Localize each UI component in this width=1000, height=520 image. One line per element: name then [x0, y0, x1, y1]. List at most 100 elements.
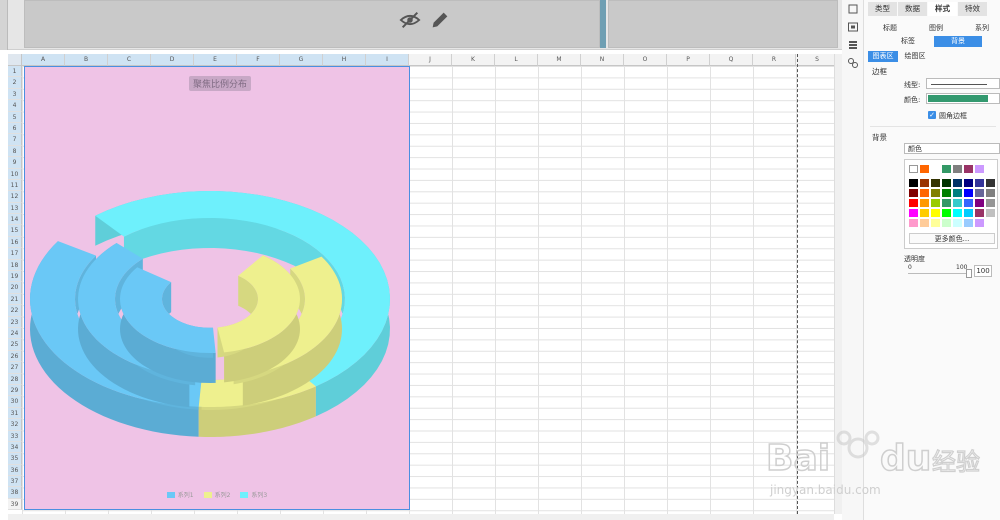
- palette-swatch[interactable]: [964, 209, 973, 217]
- column-header[interactable]: A: [22, 54, 65, 66]
- palette-swatch[interactable]: [964, 219, 973, 227]
- palette-swatch[interactable]: [986, 199, 995, 207]
- palette-swatch[interactable]: [942, 209, 951, 217]
- palette-swatch[interactable]: [942, 189, 951, 197]
- recent-color-swatch[interactable]: [931, 165, 940, 173]
- frame-icon[interactable]: [847, 21, 859, 33]
- palette-swatch[interactable]: [931, 219, 940, 227]
- more-colors-button[interactable]: 更多颜色...: [909, 233, 995, 244]
- subtab-background[interactable]: 背景: [934, 36, 982, 47]
- palette-swatch[interactable]: [975, 179, 984, 187]
- border-color-select[interactable]: [926, 93, 1000, 104]
- crop-icon[interactable]: [847, 3, 859, 15]
- chart-title[interactable]: 聚焦比例分布: [189, 76, 252, 91]
- row-header[interactable]: 35: [8, 453, 22, 465]
- row-header[interactable]: 10: [8, 168, 22, 180]
- palette-swatch[interactable]: [986, 179, 995, 187]
- row-header[interactable]: 23: [8, 316, 22, 328]
- row-header[interactable]: 24: [8, 327, 22, 340]
- row-header[interactable]: 11: [8, 179, 22, 192]
- recent-color-swatch[interactable]: [953, 165, 962, 173]
- palette-swatch[interactable]: [931, 179, 940, 187]
- palette-swatch[interactable]: [920, 199, 929, 207]
- row-header[interactable]: 6: [8, 122, 22, 135]
- panel-divider[interactable]: [600, 0, 606, 48]
- palette-swatch[interactable]: [986, 219, 995, 227]
- column-header[interactable]: D: [151, 54, 194, 66]
- row-header[interactable]: 7: [8, 134, 22, 146]
- chart-area[interactable]: 聚焦比例分布 系列1 系列2 系列3: [24, 66, 410, 510]
- eyedropper-swatch[interactable]: [909, 165, 918, 173]
- row-header[interactable]: 5: [8, 111, 22, 123]
- palette-swatch[interactable]: [931, 189, 940, 197]
- subtab-legend[interactable]: 图例: [916, 23, 956, 34]
- row-header[interactable]: 8: [8, 145, 22, 158]
- column-header[interactable]: R: [753, 54, 796, 66]
- opacity-input[interactable]: 100: [974, 265, 992, 277]
- row-header[interactable]: 21: [8, 293, 22, 306]
- recent-color-swatch[interactable]: [964, 165, 973, 173]
- palette-swatch[interactable]: [920, 209, 929, 217]
- subtab-labels[interactable]: 标签: [888, 36, 928, 47]
- column-header[interactable]: P: [667, 54, 710, 66]
- row-header[interactable]: 17: [8, 248, 22, 260]
- row-header[interactable]: 27: [8, 362, 22, 374]
- row-header[interactable]: 38: [8, 487, 22, 499]
- row-header[interactable]: 31: [8, 407, 22, 420]
- layers-icon[interactable]: [847, 39, 859, 51]
- horizontal-scrollbar[interactable]: [8, 514, 834, 520]
- row-header[interactable]: 12: [8, 191, 22, 203]
- legend-item[interactable]: 系列2: [203, 490, 230, 499]
- column-header[interactable]: B: [65, 54, 108, 66]
- row-header[interactable]: 16: [8, 236, 22, 249]
- palette-swatch[interactable]: [964, 189, 973, 197]
- row-header[interactable]: 30: [8, 396, 22, 408]
- palette-swatch[interactable]: [986, 189, 995, 197]
- palette-swatch[interactable]: [920, 219, 929, 227]
- subtab-series[interactable]: 系列: [962, 23, 1000, 34]
- row-header[interactable]: 33: [8, 430, 22, 442]
- palette-swatch[interactable]: [975, 199, 984, 207]
- palette-swatch[interactable]: [942, 219, 951, 227]
- palette-swatch[interactable]: [931, 199, 940, 207]
- palette-swatch[interactable]: [953, 219, 962, 227]
- column-header[interactable]: H: [323, 54, 366, 66]
- palette-swatch[interactable]: [942, 179, 951, 187]
- hide-eye-icon[interactable]: [399, 9, 421, 31]
- row-header[interactable]: 39: [8, 498, 22, 511]
- palette-swatch[interactable]: [953, 179, 962, 187]
- background-type-select[interactable]: 颜色: [904, 143, 1000, 154]
- chart-legend[interactable]: 系列1 系列2 系列3: [25, 490, 409, 499]
- palette-swatch[interactable]: [909, 219, 918, 227]
- row-header[interactable]: 20: [8, 282, 22, 294]
- palette-swatch[interactable]: [909, 199, 918, 207]
- row-header[interactable]: 15: [8, 225, 22, 237]
- palette-swatch[interactable]: [975, 189, 984, 197]
- column-header[interactable]: N: [581, 54, 624, 66]
- palette-swatch[interactable]: [975, 219, 984, 227]
- linetype-select[interactable]: [926, 78, 1000, 89]
- link-icon[interactable]: [847, 57, 859, 69]
- column-header[interactable]: S: [796, 54, 834, 66]
- legend-item[interactable]: 系列1: [166, 490, 194, 499]
- tab-data[interactable]: 数据: [898, 2, 927, 16]
- row-header[interactable]: 3: [8, 88, 22, 101]
- column-header[interactable]: E: [194, 54, 237, 66]
- column-header[interactable]: K: [452, 54, 495, 66]
- rounded-border-checkbox[interactable]: ✓: [928, 111, 936, 119]
- row-header[interactable]: 36: [8, 464, 22, 477]
- row-header[interactable]: 26: [8, 350, 22, 363]
- subtab-title[interactable]: 标题: [870, 23, 910, 34]
- column-header[interactable]: L: [495, 54, 538, 66]
- palette-swatch[interactable]: [953, 209, 962, 217]
- column-header[interactable]: G: [280, 54, 323, 66]
- opacity-slider-track[interactable]: [908, 273, 968, 274]
- row-header[interactable]: 19: [8, 271, 22, 283]
- row-header[interactable]: 37: [8, 476, 22, 488]
- row-header[interactable]: 9: [8, 157, 22, 169]
- row-header[interactable]: 4: [8, 100, 22, 112]
- recent-color-swatch[interactable]: [975, 165, 984, 173]
- palette-swatch[interactable]: [909, 179, 918, 187]
- row-header[interactable]: 34: [8, 441, 22, 454]
- tab-style[interactable]: 样式: [928, 2, 957, 16]
